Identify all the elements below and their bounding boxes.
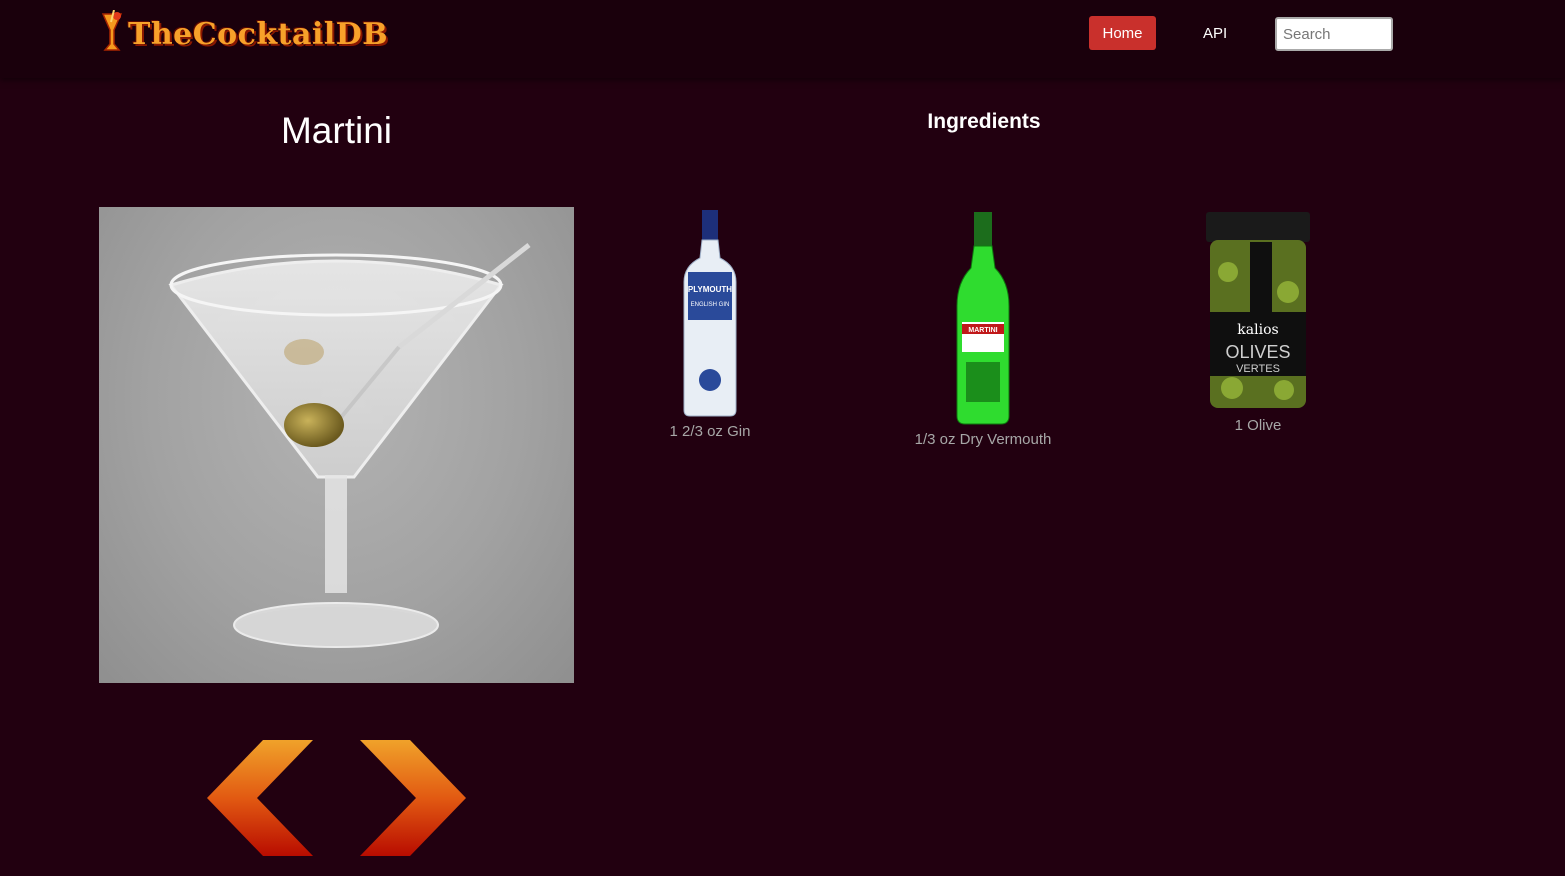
svg-text:kalios: kalios — [1237, 322, 1278, 338]
search-input[interactable] — [1275, 17, 1393, 51]
ingredients-heading: Ingredients — [927, 110, 1041, 133]
ingredient-item[interactable]: PLYMOUTH ENGLISH GIN 1 2/3 oz Gin — [640, 210, 780, 440]
svg-text:MARTINI: MARTINI — [968, 327, 997, 334]
cocktail-glass-icon — [100, 9, 124, 59]
ingredient-item[interactable]: MARTINI 1/3 oz Dry Vermouth — [893, 212, 1073, 448]
drink-image — [99, 207, 574, 683]
logo-text: TheCocktailDB — [128, 16, 389, 52]
ingredient-item[interactable]: kalios OLIVES VERTES 1 Olive — [1188, 212, 1328, 434]
drink-title: Martini — [280, 110, 393, 151]
svg-text:OLIVES: OLIVES — [1225, 342, 1290, 362]
ingredient-label: 1 2/3 oz Gin — [669, 423, 751, 440]
chevron-left-icon — [207, 740, 315, 860]
olive-jar-icon: kalios OLIVES VERTES — [1198, 212, 1318, 416]
navbar: TheCocktailDB Home API — [0, 0, 1565, 78]
svg-text:ENGLISH GIN: ENGLISH GIN — [691, 302, 730, 308]
svg-text:PLYMOUTH: PLYMOUTH — [688, 285, 732, 294]
ingredient-label: 1/3 oz Dry Vermouth — [914, 431, 1052, 448]
chevron-right-icon — [358, 740, 466, 860]
svg-text:VERTES: VERTES — [1236, 363, 1280, 375]
next-drink-button[interactable] — [358, 740, 466, 861]
ingredient-label: 1 Olive — [1234, 417, 1282, 434]
previous-drink-button[interactable] — [207, 740, 315, 861]
nav-api-link[interactable]: API — [1191, 16, 1239, 50]
nav-home-button[interactable]: Home — [1089, 16, 1156, 50]
gin-bottle-icon: PLYMOUTH ENGLISH GIN — [680, 210, 740, 422]
vermouth-bottle-icon: MARTINI — [955, 212, 1011, 430]
logo[interactable]: TheCocktailDB — [100, 9, 389, 59]
